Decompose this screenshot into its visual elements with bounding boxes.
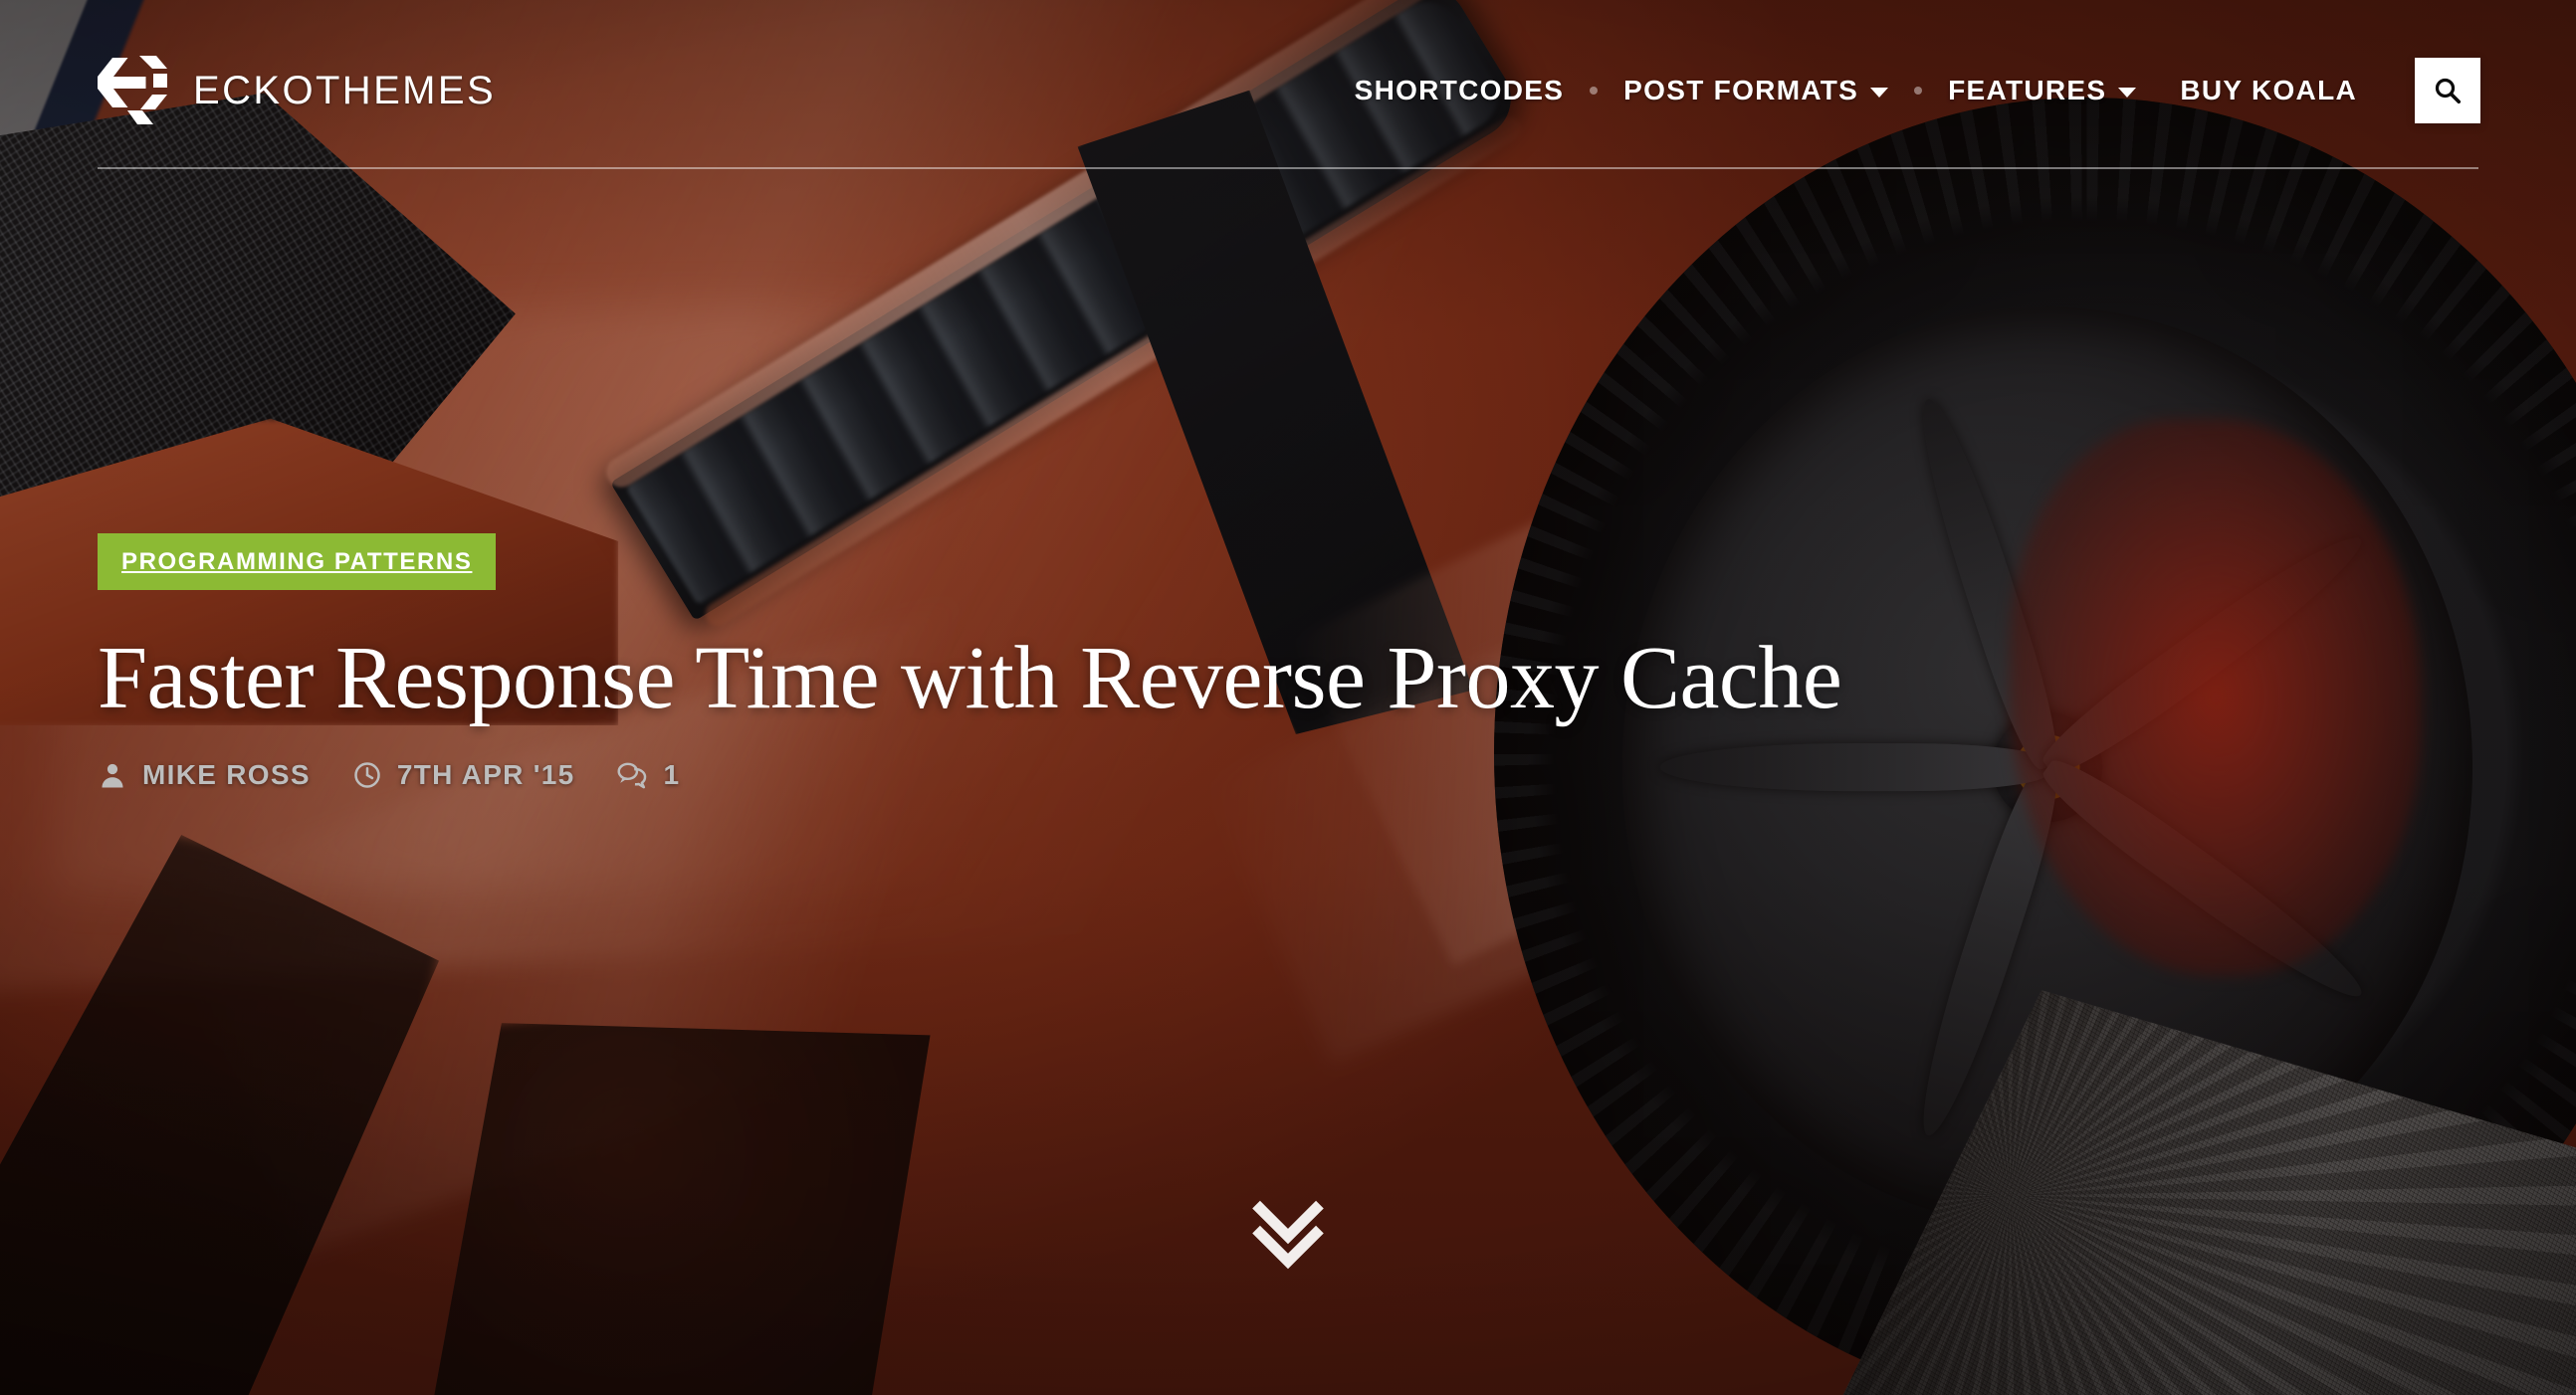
chevron-down-icon (2118, 88, 2137, 98)
nav-item-post-formats[interactable]: POST FORMATS (1602, 75, 1910, 106)
nav-separator-dot (1590, 87, 1599, 95)
site-header: ECKOTHEMES SHORTCODES POST FORMATS FEATU… (0, 0, 2576, 181)
brand-name: ECKOTHEMES (193, 68, 497, 112)
clock-icon (354, 761, 380, 788)
nav-label: POST FORMATS (1623, 75, 1859, 105)
author-name: MIKE ROSS (142, 758, 311, 790)
nav-item-shortcodes[interactable]: SHORTCODES (1333, 75, 1587, 106)
comment-count: 1 (663, 758, 681, 790)
post-date: 7TH APR '15 (352, 759, 575, 791)
post-author[interactable]: MIKE ROSS (98, 759, 311, 791)
search-icon (2435, 78, 2462, 104)
ecko-chevron-logo-icon (98, 56, 167, 124)
chevron-down-icon (1870, 88, 1889, 98)
double-chevron-down-icon (1252, 1200, 1324, 1270)
nav-item-buy-koala[interactable]: BUY KOALA (2158, 75, 2379, 106)
post-title: Faster Response Time with Reverse Proxy … (98, 629, 1842, 727)
page-root: ▲ ECKOTHEMES SHORTCODES (0, 0, 2576, 1395)
nav-label: BUY KOALA (2180, 75, 2357, 105)
hero-content: PROGRAMMING PATTERNS Faster Response Tim… (98, 533, 1842, 791)
nav-separator-dot (1914, 87, 1923, 95)
main-navigation: SHORTCODES POST FORMATS FEATURES BUY KOA… (1333, 58, 2576, 123)
search-button[interactable] (2415, 58, 2480, 123)
scroll-down-button[interactable] (1244, 1190, 1332, 1283)
nav-label: FEATURES (1948, 75, 2107, 105)
post-comments[interactable]: 1 (616, 759, 680, 791)
comment-icon (617, 762, 647, 789)
nav-item-features[interactable]: FEATURES (1926, 75, 2158, 106)
user-icon (102, 763, 123, 788)
nav-label: SHORTCODES (1354, 75, 1565, 105)
post-meta: MIKE ROSS 7TH APR '15 1 (98, 759, 1841, 791)
category-badge[interactable]: PROGRAMMING PATTERNS (98, 533, 497, 590)
brand-logo-link[interactable]: ECKOTHEMES (98, 55, 496, 126)
date-text: 7TH APR '15 (396, 758, 575, 790)
